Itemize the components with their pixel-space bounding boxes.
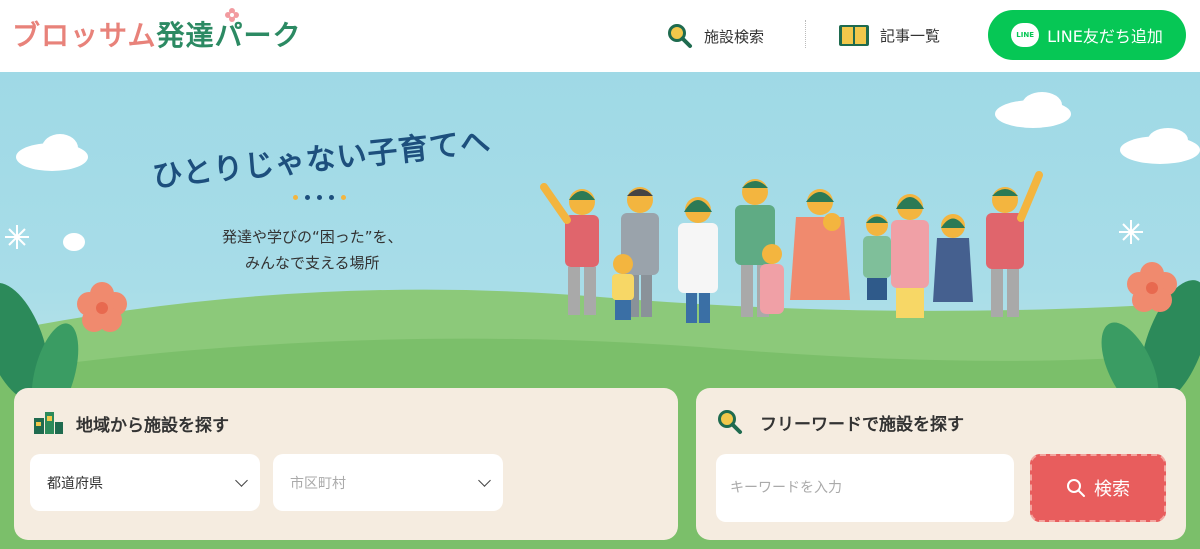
nav-divider [805, 20, 806, 48]
chevron-down-icon [235, 474, 248, 487]
chevron-down-icon [478, 474, 491, 487]
nav-facility-search-label: 施設検索 [704, 27, 765, 46]
magnifier-icon [718, 410, 742, 434]
magnifier-icon [668, 24, 692, 48]
area-search-panel: 地域から施設を探す 都道府県 市区町村 [14, 388, 678, 540]
area-search-title: 地域から施設を探す [32, 408, 229, 438]
people-illustration [540, 171, 1043, 323]
line-add-friend-button[interactable]: LINE LINE友だち追加 [988, 10, 1186, 60]
city-select-placeholder: 市区町村 [290, 475, 346, 492]
line-icon: LINE [1011, 23, 1040, 47]
prefecture-select-value: 都道府県 [47, 475, 103, 492]
logo-text-part1: ブロッサム [12, 19, 157, 52]
nav-facility-search[interactable]: 施設検索 [666, 22, 764, 50]
logo-text-part2: 発達パーク [156, 19, 302, 52]
keyword-search-title: フリーワードで施設を探す [716, 408, 964, 436]
keyword-input[interactable] [716, 454, 1014, 522]
search-icon [1067, 479, 1085, 497]
prefecture-select[interactable]: 都道府県 [30, 454, 260, 511]
map-icon [34, 412, 63, 434]
city-select[interactable]: 市区町村 [273, 454, 503, 511]
hero-subcopy-line1: 発達や学びの“困った”を、 [222, 228, 403, 246]
keyword-search-panel: フリーワードで施設を探す 検索 [696, 388, 1186, 540]
line-button-label: LINE友だち追加 [1047, 27, 1163, 46]
hero-subcopy: 発達や学びの“困った”を、 みんなで支える場所 [222, 224, 403, 276]
keyword-search-title-label: フリーワードで施設を探す [760, 414, 964, 435]
search-button-label: 検索 [1094, 479, 1130, 500]
hero-subcopy-line2: みんなで支える場所 [244, 254, 380, 272]
book-icon [839, 25, 869, 46]
site-logo[interactable]: ブロッサム発達パーク [12, 14, 301, 54]
site-header: ブロッサム発達パーク 施設検索 記事一覧 LINE LINE友だち追加 [0, 0, 1200, 72]
nav-articles-label: 記事一覧 [880, 26, 941, 45]
nav-articles[interactable]: 記事一覧 [838, 22, 940, 48]
decorative-dots [293, 195, 346, 200]
search-button[interactable]: 検索 [1030, 454, 1166, 522]
logo-flower-icon [225, 8, 239, 22]
area-search-title-label: 地域から施設を探す [76, 415, 229, 436]
